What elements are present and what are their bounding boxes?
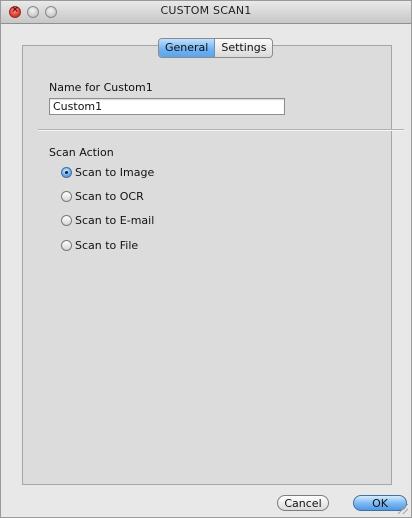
- radio-button-selected-icon[interactable]: [61, 166, 72, 178]
- tab-bar: General Settings: [158, 38, 274, 58]
- name-input[interactable]: [49, 98, 285, 115]
- radio-label-scan-to-file: Scan to File: [75, 238, 139, 252]
- tab-settings[interactable]: Settings: [215, 39, 272, 57]
- radio-label-scan-to-image: Scan to Image: [75, 165, 155, 179]
- cancel-button[interactable]: Cancel: [277, 495, 329, 511]
- title-bar[interactable]: × CUSTOM SCAN1: [1, 1, 411, 24]
- radio-label-scan-to-ocr: Scan to OCR: [75, 189, 144, 203]
- radio-button-icon[interactable]: [61, 239, 72, 251]
- radio-scan-to-email[interactable]: Scan to E-mail: [61, 213, 154, 227]
- resize-grip-icon[interactable]: [398, 504, 408, 514]
- radio-button-icon[interactable]: [61, 190, 72, 202]
- name-field-label: Name for Custom1: [49, 81, 153, 94]
- radio-button-icon[interactable]: [61, 214, 72, 226]
- tab-general[interactable]: General: [159, 39, 216, 57]
- dialog-window: × CUSTOM SCAN1 General Settings Name for…: [0, 0, 412, 518]
- window-title: CUSTOM SCAN1: [160, 4, 252, 17]
- section-divider: [38, 129, 404, 131]
- radio-scan-to-file[interactable]: Scan to File: [61, 238, 138, 252]
- scan-action-label: Scan Action: [49, 146, 114, 159]
- radio-label-scan-to-email: Scan to E-mail: [75, 213, 155, 227]
- radio-scan-to-image[interactable]: Scan to Image: [61, 165, 154, 179]
- radio-scan-to-ocr[interactable]: Scan to OCR: [61, 189, 144, 203]
